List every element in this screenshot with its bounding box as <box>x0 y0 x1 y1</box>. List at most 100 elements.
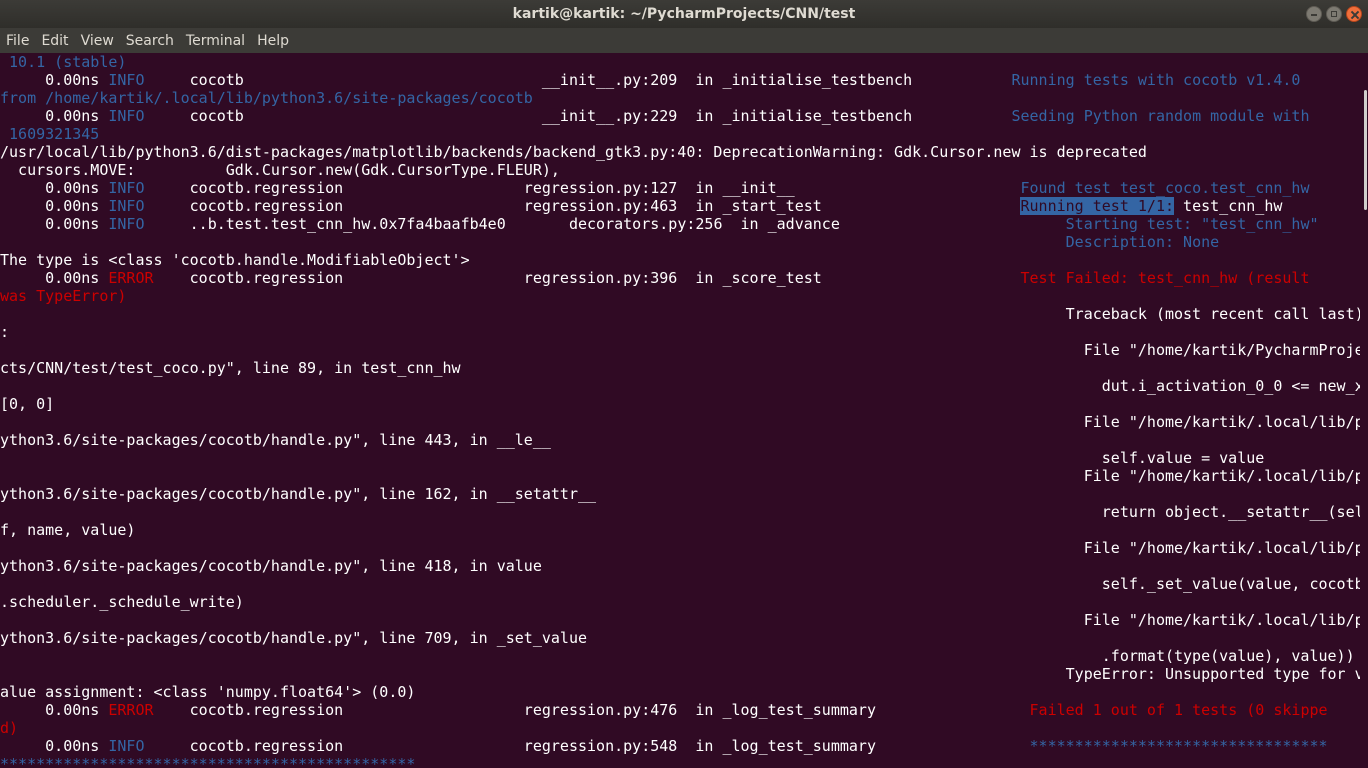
terminal-line: was TypeError) <box>0 287 126 305</box>
terminal-text-segment: Traceback (most recent call last) <box>0 305 1360 323</box>
terminal-text-segment: 10.1 (stable) <box>0 53 127 71</box>
terminal-text-segment: alue assignment: <class 'numpy.float64'>… <box>0 683 416 701</box>
close-icon[interactable] <box>1346 6 1362 22</box>
terminal-text-segment: ython3.6/site-packages/cocotb/handle.py"… <box>0 629 587 647</box>
terminal-text-segment: INFO <box>108 107 145 125</box>
terminal-text-segment: ********************************* <box>1029 737 1328 755</box>
terminal-line: 0.00ns ERROR cocotb.regression regressio… <box>0 701 1328 719</box>
terminal-text-segment: INFO <box>108 197 145 215</box>
terminal-text-segment: File "/home/kartik/PycharmProje <box>0 341 1360 359</box>
minimize-icon[interactable] <box>1306 6 1322 22</box>
terminal-text-segment: self._set_value(value, cocotb <box>0 575 1360 593</box>
terminal-text-segment: test_cnn_hw <box>1174 197 1283 215</box>
window-titlebar[interactable]: kartik@kartik: ~/PycharmProjects/CNN/tes… <box>0 0 1368 29</box>
terminal-text-segment: Failed 1 out of 1 tests (0 skippe <box>1029 701 1328 719</box>
terminal-line: .scheduler._schedule_write) <box>0 593 244 611</box>
terminal-text-segment: ..b.test.test_cnn_hw.0x7fa4baafb4e0 deco… <box>144 215 1066 233</box>
terminal-text-segment: 0.00ns <box>0 737 109 755</box>
terminal-text-segment: ERROR <box>108 269 154 287</box>
terminal-line: TypeError: Unsupported type for v <box>0 665 1360 683</box>
terminal-text-segment: dut.i_activation_0_0 <= new_x <box>0 377 1360 395</box>
terminal-line: : <box>0 323 9 341</box>
terminal-line: 0.00ns INFO cocotb __init__.py:229 in _i… <box>0 107 1309 125</box>
terminal-line: from /home/kartik/.local/lib/python3.6/s… <box>0 89 533 107</box>
terminal-text-segment: Found test test_coco.test_cnn_hw <box>1020 179 1310 197</box>
terminal-line: ython3.6/site-packages/cocotb/handle.py"… <box>0 557 542 575</box>
terminal-text-segment: INFO <box>108 215 145 233</box>
terminal-text-segment: 1609321345 <box>0 125 100 143</box>
menu-edit[interactable]: Edit <box>35 33 74 49</box>
terminal-line: 0.00ns ERROR cocotb.regression regressio… <box>0 269 1309 287</box>
terminal-scrollbar[interactable] <box>1360 53 1368 768</box>
terminal-line: 0.00ns INFO cocotb.regression regression… <box>0 737 1328 755</box>
terminal-line: The type is <class 'cocotb.handle.Modifi… <box>0 251 470 269</box>
terminal-text-segment: The type is <class 'cocotb.handle.Modifi… <box>0 251 470 269</box>
terminal-text-segment: ython3.6/site-packages/cocotb/handle.py"… <box>0 557 542 575</box>
terminal-text-segment: f, name, value) <box>0 521 136 539</box>
terminal-text-segment: from /home/kartik/.local/lib/python3.6/s… <box>0 89 533 107</box>
terminal-line: dut.i_activation_0_0 <= new_x <box>0 377 1360 395</box>
terminal-text-segment: cocotb.regression regression.py:548 in _… <box>144 737 1030 755</box>
terminal-text-segment: return object.__setattr__(sel <box>0 503 1360 521</box>
terminal-line: File "/home/kartik/.local/lib/p <box>0 611 1360 629</box>
terminal-text-segment: cocotb __init__.py:209 in _initialise_te… <box>144 71 1012 89</box>
terminal-text-segment: cocotb __init__.py:229 in _initialise_te… <box>144 107 1012 125</box>
terminal-line: return object.__setattr__(sel <box>0 503 1360 521</box>
terminal-text-segment: /usr/local/lib/python3.6/dist-packages/m… <box>0 143 1147 161</box>
terminal-line: File "/home/kartik/.local/lib/p <box>0 413 1360 431</box>
terminal-text-segment: d) <box>0 719 19 737</box>
terminal-text-segment: Seeding Python random module with <box>1011 107 1310 125</box>
terminal-text-segment: File "/home/kartik/.local/lib/p <box>0 413 1360 431</box>
terminal-text-segment: was TypeError) <box>0 287 127 305</box>
terminal-line: Traceback (most recent call last) <box>0 305 1360 323</box>
terminal-line: self.value = value <box>0 449 1265 467</box>
window-controls <box>1306 6 1362 22</box>
menu-terminal[interactable]: Terminal <box>180 33 251 49</box>
terminal-text-segment: cocotb.regression regression.py:463 in _… <box>144 197 1021 215</box>
menu-file[interactable]: File <box>0 33 35 49</box>
terminal-text-segment: 0.00ns <box>0 701 109 719</box>
terminal-line: ython3.6/site-packages/cocotb/handle.py"… <box>0 629 587 647</box>
terminal-text-segment: 0.00ns <box>0 269 109 287</box>
terminal-text-segment: : <box>0 323 10 341</box>
terminal-line: Description: None <box>0 233 1220 251</box>
terminal-line: f, name, value) <box>0 521 135 539</box>
maximize-icon[interactable] <box>1326 6 1342 22</box>
terminal-line: ****************************************… <box>0 755 415 768</box>
terminal-line: .format(type(value), value)) <box>0 647 1355 665</box>
terminal-text-segment: cocotb.regression regression.py:476 in _… <box>153 701 1030 719</box>
terminal-text-segment: Running tests with cocotb v1.4.0 <box>1011 71 1301 89</box>
terminal-text-segment: ython3.6/site-packages/cocotb/handle.py"… <box>0 485 597 503</box>
terminal-line: ython3.6/site-packages/cocotb/handle.py"… <box>0 485 596 503</box>
terminal-text-segment: ERROR <box>108 701 154 719</box>
terminal-line: File "/home/kartik/.local/lib/p <box>0 467 1360 485</box>
terminal-text-segment: TypeError: Unsupported type for v <box>0 665 1360 683</box>
terminal-text-segment: self.value = value <box>0 449 1265 467</box>
terminal-text-segment: INFO <box>108 737 145 755</box>
terminal-text-segment: cocotb.regression regression.py:396 in _… <box>153 269 1021 287</box>
terminal-line: File "/home/kartik/PycharmProje <box>0 341 1360 359</box>
terminal-text-segment: Starting test: "test_cnn_hw" <box>1065 215 1319 233</box>
terminal-text-segment: ython3.6/site-packages/cocotb/handle.py"… <box>0 431 551 449</box>
terminal-line: 0.00ns INFO cocotb __init__.py:209 in _i… <box>0 71 1300 89</box>
terminal-text-segment: ****************************************… <box>0 755 416 768</box>
terminal-text-segment: Description: None <box>1065 233 1220 251</box>
terminal-line: 10.1 (stable) <box>0 53 126 71</box>
terminal-text-segment: cts/CNN/test/test_coco.py", line 89, in … <box>0 359 461 377</box>
terminal-text-segment: File "/home/kartik/.local/lib/p <box>0 539 1360 557</box>
menubar: File Edit View Search Terminal Help <box>0 28 1368 53</box>
terminal-line: 1609321345 <box>0 125 99 143</box>
terminal-text-segment: Running test 1/1: <box>1020 197 1175 215</box>
terminal-output[interactable]: 10.1 (stable) 0.00ns INFO cocotb __init_… <box>0 53 1360 768</box>
menu-search[interactable]: Search <box>120 33 180 49</box>
scrollbar-thumb[interactable] <box>1364 90 1367 210</box>
menu-help[interactable]: Help <box>251 33 295 49</box>
terminal-text-segment: cursors.MOVE: Gdk.Cursor.new(Gdk.CursorT… <box>0 161 560 179</box>
terminal-text-segment: 0.00ns <box>0 71 109 89</box>
terminal-line: cursors.MOVE: Gdk.Cursor.new(Gdk.CursorT… <box>0 161 560 179</box>
terminal-line: ython3.6/site-packages/cocotb/handle.py"… <box>0 431 551 449</box>
menu-view[interactable]: View <box>75 33 120 49</box>
terminal-line: d) <box>0 719 18 737</box>
terminal-line: 0.00ns INFO ..b.test.test_cnn_hw.0x7fa4b… <box>0 215 1319 233</box>
